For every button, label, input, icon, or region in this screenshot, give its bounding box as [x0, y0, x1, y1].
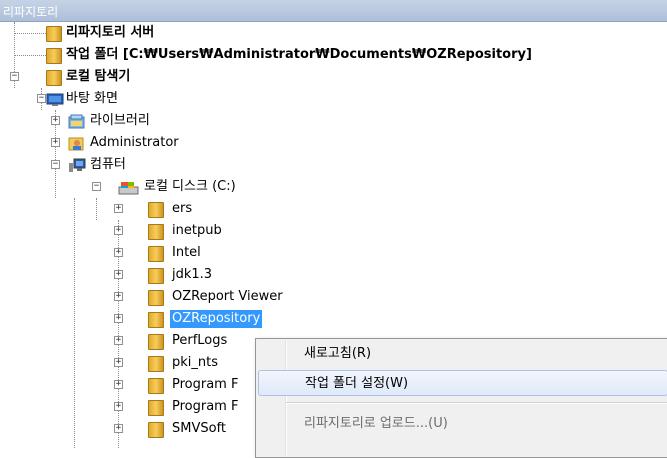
collapse-icon[interactable]: −	[51, 160, 60, 169]
panel-title: 리파지토리	[3, 5, 59, 19]
tree-item-label: 로컬 디스크 (C:)	[144, 179, 236, 194]
folder-icon	[148, 356, 166, 372]
collapse-icon[interactable]: −	[10, 72, 19, 81]
tree-item-desktop[interactable]: − 바탕 화면	[0, 88, 667, 110]
tree-item-label: 컴퓨터	[90, 157, 126, 172]
folder-icon	[148, 202, 166, 218]
tree-item-folder[interactable]: + inetpub	[0, 220, 667, 242]
expand-icon[interactable]: +	[114, 226, 123, 235]
folder-icon	[46, 70, 64, 86]
tree-item-label: Intel	[172, 245, 201, 260]
tree-item-folder-selected[interactable]: + OZRepository	[0, 308, 667, 330]
folder-icon	[148, 224, 166, 240]
expand-icon[interactable]: +	[114, 424, 123, 433]
expand-icon[interactable]: +	[51, 116, 60, 125]
expand-icon[interactable]: +	[114, 402, 123, 411]
tree-item-label: 라이브러리	[90, 113, 150, 128]
expand-icon[interactable]: +	[114, 358, 123, 367]
library-icon	[68, 114, 86, 130]
expand-icon[interactable]: +	[114, 380, 123, 389]
tree-item-computer[interactable]: − 컴퓨터	[0, 154, 667, 176]
folder-icon	[148, 334, 166, 350]
tree-item-label: pki_nts	[172, 355, 219, 370]
expand-icon[interactable]: +	[114, 270, 123, 279]
tree-item-folder[interactable]: + OZReport Viewer	[0, 286, 667, 308]
tree-item-local-disk-c[interactable]: − 로컬 디스크 (C:)	[0, 176, 667, 198]
tree-item-label: OZRepository	[170, 310, 263, 328]
tree-item-folder[interactable]: + Intel	[0, 242, 667, 264]
tree-item-label: 작업 폴더 [C:₩Users₩Administrator₩Documents₩…	[66, 47, 532, 62]
tree-item-label: Administrator	[90, 135, 179, 150]
expand-icon[interactable]: +	[51, 138, 60, 147]
tree-item-label: 리파지토리 서버	[66, 25, 155, 40]
panel-title-bar: 리파지토리	[0, 0, 667, 22]
tree-item-label: Program F	[172, 377, 239, 392]
drive-icon	[118, 180, 139, 196]
folder-icon	[148, 246, 166, 262]
tree-item-label: OZReport Viewer	[172, 289, 283, 304]
collapse-icon[interactable]: −	[37, 94, 46, 103]
user-icon	[68, 136, 86, 152]
expand-icon[interactable]: +	[114, 336, 123, 345]
context-menu: 새로고침(R) 작업 폴더 설정(W) 리파지토리로 업로드...(U)	[255, 338, 667, 458]
tree-item-label: SMVSoft	[172, 421, 227, 436]
tree-item-label: 바탕 화면	[66, 91, 118, 106]
collapse-icon[interactable]: −	[92, 182, 101, 191]
tree-item-label: ers	[172, 201, 193, 216]
menu-item-set-work-folder[interactable]: 작업 폴더 설정(W)	[258, 370, 667, 396]
tree-item-local-explorer[interactable]: − 로컬 탐색기	[0, 66, 667, 88]
tree-item-label: Program F	[172, 399, 239, 414]
folder-icon	[148, 312, 166, 328]
expand-icon[interactable]: +	[114, 248, 123, 257]
desktop-icon	[46, 92, 64, 108]
folder-icon	[46, 48, 64, 64]
expand-icon[interactable]: +	[114, 314, 123, 323]
tree-item-library[interactable]: + 라이브러리	[0, 110, 667, 132]
tree-item-administrator[interactable]: + Administrator	[0, 132, 667, 154]
menu-item-upload-to-repository[interactable]: 리파지토리로 업로드...(U)	[258, 411, 667, 437]
tree-item-label: 로컬 탐색기	[66, 69, 131, 84]
tree-item-label: inetpub	[172, 223, 222, 238]
tree-item-folder[interactable]: + jdk1.3	[0, 264, 667, 286]
tree-item-repository-server[interactable]: 리파지토리 서버	[0, 22, 667, 44]
menu-separator	[286, 402, 667, 404]
expand-icon[interactable]: +	[114, 292, 123, 301]
tree-item-work-folder[interactable]: 작업 폴더 [C:₩Users₩Administrator₩Documents₩…	[0, 44, 667, 66]
tree-item-folder[interactable]: + ers	[0, 198, 667, 220]
folder-icon	[148, 268, 166, 284]
tree-item-label: jdk1.3	[172, 267, 213, 282]
computer-icon	[68, 158, 86, 174]
folder-icon	[148, 422, 166, 438]
expand-icon[interactable]: +	[114, 204, 123, 213]
tree-item-label: PerfLogs	[172, 333, 228, 348]
folder-icon	[148, 378, 166, 394]
folder-icon	[148, 290, 166, 306]
menu-item-refresh[interactable]: 새로고침(R)	[258, 341, 667, 367]
folder-icon	[148, 400, 166, 416]
folder-icon	[46, 26, 64, 42]
